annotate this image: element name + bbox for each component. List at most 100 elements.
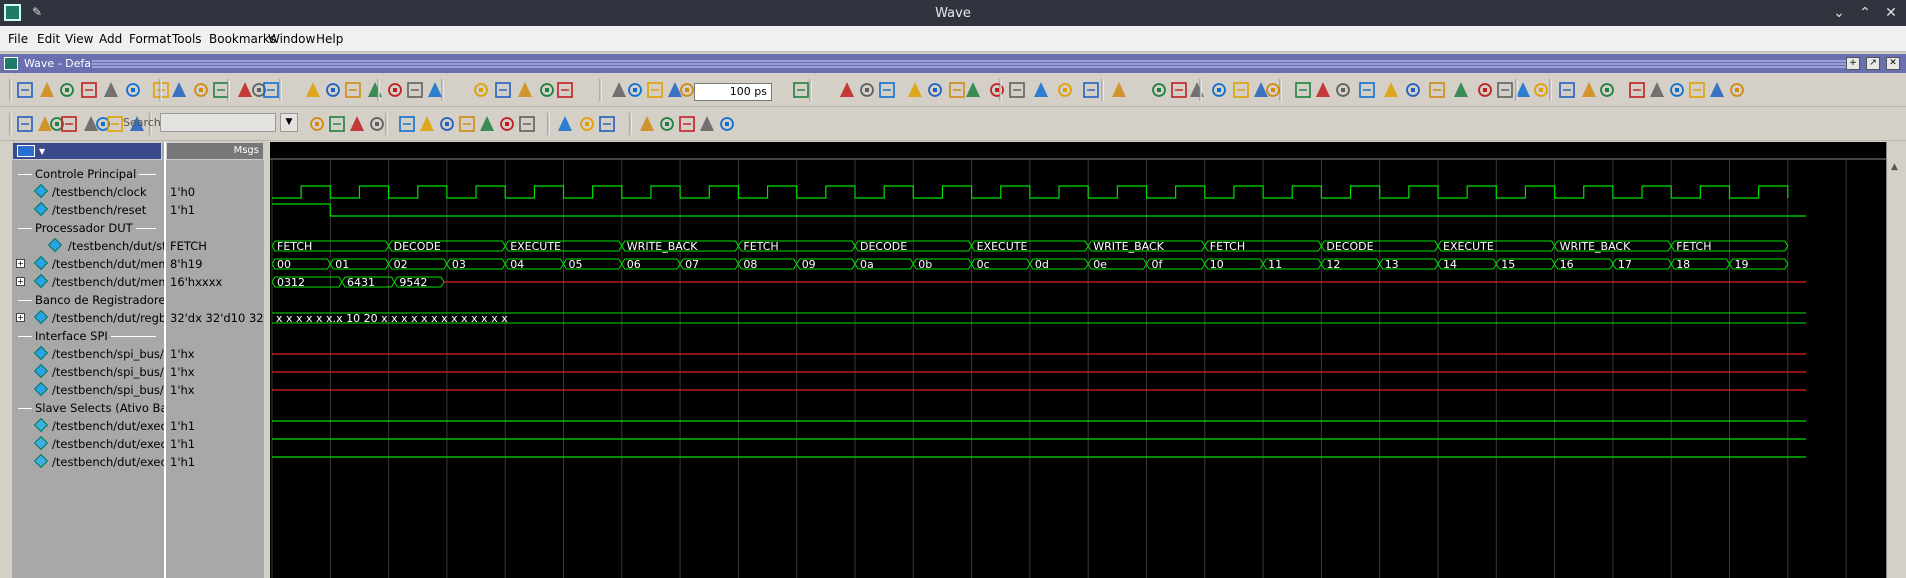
toolbar-button-icon[interactable] [1316, 82, 1330, 97]
toolbar-button-icon[interactable] [1559, 82, 1575, 98]
toolbar-button-icon[interactable] [84, 116, 98, 131]
toolbar-button-icon[interactable] [1171, 82, 1187, 98]
toolbar-button-icon[interactable] [1152, 83, 1166, 97]
toolbar-button-icon[interactable] [519, 116, 535, 132]
toolbar-button-icon[interactable] [1478, 83, 1492, 97]
signal-names-pane[interactable]: ▼ Controle Principal/testbench/clock/tes… [12, 142, 181, 578]
signal-name[interactable]: /testbench/reset [52, 203, 146, 217]
toolbar-button-icon[interactable] [557, 82, 573, 98]
maximize-icon[interactable]: ⌃ [1856, 4, 1874, 22]
expand-icon[interactable]: + [16, 313, 25, 322]
signal-name[interactable]: /testbench/dut/st... [68, 239, 178, 253]
toolbar-button-icon[interactable] [580, 117, 594, 131]
toolbar-button-icon[interactable] [370, 117, 384, 131]
toolbar-button-icon[interactable] [310, 117, 324, 131]
chevron-down-icon[interactable]: ▼ [39, 147, 45, 156]
undock-icon[interactable]: ↗ [1866, 57, 1880, 70]
toolbar-button-icon[interactable] [599, 116, 615, 132]
toolbar-button-icon[interactable] [540, 83, 554, 97]
signal-name[interactable]: /testbench/spi_bus/... [52, 383, 175, 397]
toolbar-button-icon[interactable] [61, 116, 77, 132]
toolbar-button-icon[interactable] [860, 83, 874, 97]
toolbar-button-icon[interactable] [1266, 83, 1280, 97]
menu-add[interactable]: Add [99, 32, 122, 46]
dock-icon[interactable]: + [1846, 57, 1860, 70]
toolbar-button-icon[interactable] [793, 82, 809, 98]
toolbar-button-icon[interactable] [1689, 82, 1705, 98]
toolbar-button-icon[interactable] [480, 116, 494, 131]
toolbar-button-icon[interactable] [96, 117, 110, 131]
toolbar-button-icon[interactable] [879, 82, 895, 98]
search-input[interactable] [160, 113, 276, 132]
toolbar-button-icon[interactable] [1359, 82, 1375, 98]
toolbar-button-icon[interactable] [326, 83, 340, 97]
toolbar-button-icon[interactable] [1406, 83, 1420, 97]
toolbar-button-icon[interactable] [928, 83, 942, 97]
toolbar-button-icon[interactable] [680, 83, 694, 97]
signal-group-label[interactable]: Slave Selects (Ativo Bai [32, 401, 174, 415]
signal-filter-icon[interactable] [17, 145, 35, 157]
toolbar-button-icon[interactable] [700, 116, 714, 131]
toolbar-button-icon[interactable] [213, 82, 229, 98]
toolbar-button-icon[interactable] [1212, 83, 1226, 97]
close-icon[interactable]: ✕ [1882, 4, 1900, 22]
signal-name[interactable]: /testbench/dut/mem... [52, 275, 181, 289]
toolbar-button-icon[interactable] [1384, 82, 1398, 97]
signal-group-label[interactable]: Interface SPI [32, 329, 111, 343]
toolbar-button-icon[interactable] [1497, 82, 1513, 98]
toolbar-button-icon[interactable] [840, 82, 854, 97]
toolbar-button-icon[interactable] [1112, 82, 1126, 97]
toolbar-button-icon[interactable] [194, 83, 208, 97]
toolbar-button-icon[interactable] [104, 82, 118, 97]
toolbar-button-icon[interactable] [399, 116, 415, 132]
toolbar-button-icon[interactable] [1034, 82, 1048, 97]
toolbar-button-icon[interactable] [368, 82, 382, 97]
toolbar-button-icon[interactable] [420, 116, 434, 131]
toolbar-button-icon[interactable] [1233, 82, 1249, 98]
toolbar-button-icon[interactable] [1534, 83, 1548, 97]
vertical-scrollbar[interactable]: ▲ [1886, 142, 1906, 578]
toolbar-button-icon[interactable] [1710, 82, 1724, 97]
toolbar-button-icon[interactable] [668, 82, 682, 97]
toolbar-button-icon[interactable] [17, 116, 33, 132]
toolbar-button-icon[interactable] [388, 83, 402, 97]
signal-name[interactable]: /testbench/clock [52, 185, 147, 199]
toolbar-button-icon[interactable] [238, 82, 252, 97]
toolbar-button-icon[interactable] [679, 116, 695, 132]
menu-window[interactable]: Window [268, 32, 315, 46]
toolbar-button-icon[interactable] [1516, 82, 1530, 97]
toolbar-button-icon[interactable] [640, 116, 654, 131]
drag-grip[interactable] [92, 59, 1846, 68]
toolbar-button-icon[interactable] [1600, 83, 1614, 97]
toolbar-button-icon[interactable] [1582, 82, 1596, 97]
reset-waveform[interactable] [272, 203, 1806, 217]
toolbar-button-icon[interactable] [329, 116, 345, 132]
toolbar-button-icon[interactable] [949, 82, 965, 98]
toolbar-button-icon[interactable] [500, 117, 514, 131]
scroll-up-icon[interactable]: ▲ [1891, 162, 1898, 172]
run-length-field[interactable]: 100 ps [694, 83, 772, 101]
toolbar-button-icon[interactable] [428, 82, 442, 97]
toolbar-button-icon[interactable] [1058, 83, 1072, 97]
signal-name[interactable]: /testbench/dut/regb... [52, 311, 177, 325]
toolbar-button-icon[interactable] [1190, 82, 1204, 97]
signal-name[interactable]: /testbench/dut/exec... [52, 419, 178, 433]
toolbar-button-icon[interactable] [628, 83, 642, 97]
toolbar-button-icon[interactable] [306, 82, 320, 97]
toolbar-button-icon[interactable] [1295, 82, 1311, 98]
values-column-header[interactable]: Msgs [166, 142, 264, 160]
toolbar-button-icon[interactable] [966, 82, 980, 97]
toolbar-button-icon[interactable] [345, 82, 361, 98]
clock-waveform[interactable] [272, 185, 1789, 199]
signal-group-label[interactable]: Processador DUT [32, 221, 136, 235]
toolbar-button-icon[interactable] [38, 116, 52, 131]
toolbar-button-icon[interactable] [1429, 82, 1445, 98]
toolbar-button-icon[interactable] [647, 82, 663, 98]
toolbar-button-icon[interactable] [1454, 82, 1468, 97]
toolbar-button-icon[interactable] [1670, 83, 1684, 97]
toolbar-button-icon[interactable] [558, 116, 572, 131]
expand-icon[interactable]: + [16, 277, 25, 286]
toolbar-button-icon[interactable] [107, 116, 123, 132]
menu-edit[interactable]: Edit [37, 32, 60, 46]
signal-name[interactable]: /testbench/spi_bus/... [52, 365, 175, 379]
